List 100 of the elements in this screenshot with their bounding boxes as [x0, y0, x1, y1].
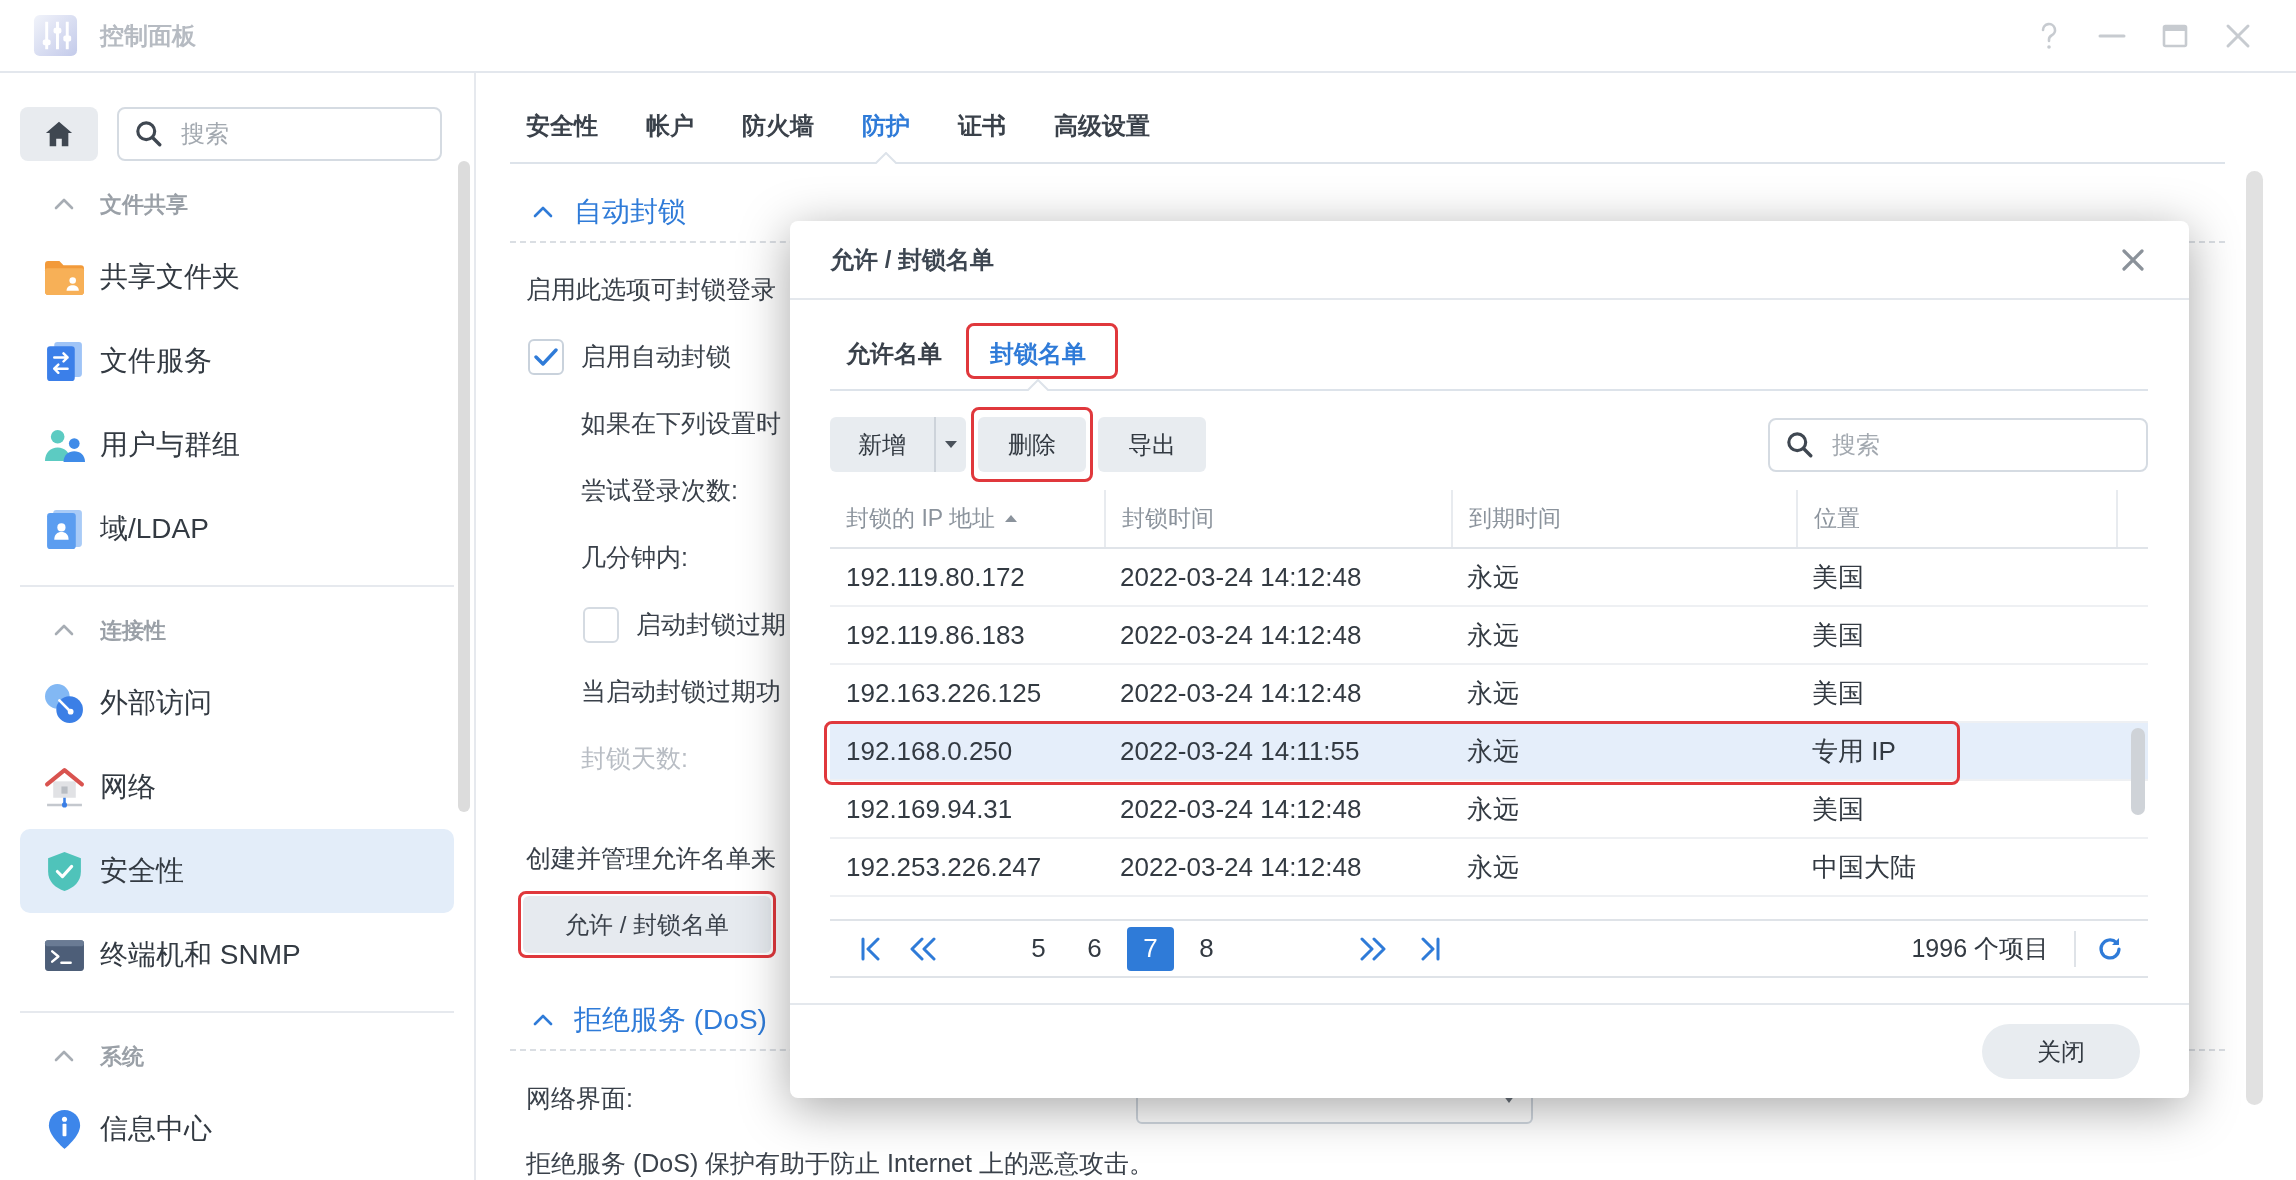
- tab[interactable]: 证书: [958, 112, 1006, 162]
- sidebar-item-label: 信息中心: [100, 1112, 212, 1146]
- double-chevron-left-icon[interactable]: [910, 936, 936, 961]
- table-row[interactable]: 192.119.80.172 2022-03-24 14:12:48 永远 美国: [830, 549, 2148, 607]
- table-cell-text: 2022-03-24 14:12:48: [1119, 676, 1363, 710]
- dropdown-button[interactable]: [934, 417, 966, 472]
- allow-block-list-button[interactable]: 允许 / 封锁名单: [523, 896, 771, 953]
- body-text: 如果在下列设置时: [581, 408, 781, 439]
- table-row[interactable]: 192.168.0.250 2022-03-24 14:11:55 永远 专用 IP: [830, 723, 2148, 781]
- table-cell-text: 美国: [1811, 792, 1865, 826]
- page-button[interactable]: 8: [1183, 926, 1230, 971]
- scrollbar-thumb[interactable]: [2131, 728, 2145, 815]
- scrollbar-thumb[interactable]: [458, 161, 470, 812]
- search-field[interactable]: 搜索: [117, 107, 442, 161]
- table-cell-text: 永远: [1466, 618, 1520, 652]
- add-button[interactable]: 新增: [830, 417, 934, 472]
- body-text: 创建并管理允许名单来: [526, 843, 776, 874]
- sidebar-item[interactable]: 外部访问: [20, 661, 454, 745]
- toolbar-button[interactable]: 导出: [1098, 417, 1206, 472]
- network-house-icon: [44, 766, 85, 808]
- checkbox-label: 启用自动封锁: [581, 340, 731, 372]
- globe-pointer-icon: [44, 682, 85, 724]
- table-cell-text: 2022-03-24 14:11:55: [1119, 734, 1361, 768]
- caret-down-icon: [945, 441, 957, 448]
- body-text: 启用此选项可封锁登录: [526, 274, 776, 305]
- body-text: 尝试登录次数:: [581, 475, 738, 506]
- table-cell-text: 2022-03-24 14:12:48: [1119, 560, 1363, 594]
- table-cell-text: 2022-03-24 14:12:48: [1119, 618, 1363, 652]
- toolbar-button[interactable]: 删除: [978, 417, 1086, 472]
- tab[interactable]: 帐户: [646, 112, 694, 162]
- body-text: 拒绝服务 (DoS) 保护有助于防止 Internet 上的恶意攻击。: [526, 1148, 1154, 1179]
- sidebar-item[interactable]: 信息中心: [20, 1087, 454, 1171]
- sidebar-item-label: 网络: [100, 770, 156, 804]
- sidebar-item-label: 共享文件夹: [100, 260, 240, 294]
- home-icon: [44, 120, 74, 148]
- body-text: 当启动封锁过期功: [581, 676, 781, 707]
- table-cell-text: 192.169.94.31: [845, 792, 1014, 826]
- checkbox[interactable]: [583, 606, 619, 643]
- sidebar-item-label: 用户与群组: [100, 428, 240, 462]
- contact-card-icon: [44, 508, 85, 550]
- close-icon[interactable]: [2121, 247, 2145, 272]
- tab[interactable]: 允许名单: [846, 339, 942, 389]
- last-page-icon[interactable]: [1419, 936, 1441, 961]
- first-page-icon[interactable]: [860, 936, 882, 961]
- table-row[interactable]: 192.253.226.247 2022-03-24 14:12:48 永远 中国大陆: [830, 839, 2148, 897]
- item-count: 1996 个项目: [1911, 932, 2049, 964]
- section-toggle[interactable]: 拒绝服务 (DoS): [533, 1003, 767, 1037]
- sidebar-item-label: 域/LDAP: [100, 512, 209, 546]
- table-cell-text: 192.168.0.250: [845, 734, 1014, 768]
- tab[interactable]: 封锁名单: [990, 339, 1086, 389]
- table-cell-text: 专用 IP: [1811, 734, 1897, 768]
- table-cell-text: 永远: [1466, 560, 1520, 594]
- table-cell-text: 美国: [1811, 618, 1865, 652]
- table-cell-text: 中国大陆: [1811, 850, 1917, 884]
- page-button[interactable]: 5: [1015, 926, 1062, 971]
- home-button[interactable]: [20, 107, 98, 161]
- table-cell-text: 2022-03-24 14:12:48: [1119, 850, 1363, 884]
- close-button[interactable]: 关闭: [1982, 1024, 2140, 1079]
- search-icon: [135, 120, 162, 147]
- sidebar-item[interactable]: 终端机和 SNMP: [20, 913, 454, 997]
- page-button[interactable]: 6: [1071, 926, 1118, 971]
- scrollbar-thumb[interactable]: [2246, 171, 2263, 1105]
- table-row[interactable]: 192.119.86.183 2022-03-24 14:12:48 永远 美国: [830, 607, 2148, 665]
- body-text: 几分钟内:: [581, 542, 688, 573]
- sidebar-item[interactable]: 共享文件夹: [20, 235, 454, 319]
- sidebar-item[interactable]: 网络: [20, 745, 454, 829]
- section-toggle[interactable]: 自动封锁: [533, 195, 686, 229]
- checkbox[interactable]: [528, 338, 564, 375]
- tab[interactable]: 防护: [862, 112, 910, 162]
- tab[interactable]: 高级设置: [1054, 112, 1150, 162]
- refresh-icon[interactable]: [2097, 935, 2123, 962]
- double-chevron-right-icon[interactable]: [1360, 936, 1386, 961]
- page-button[interactable]: 7: [1127, 926, 1174, 971]
- file-transfer-icon: [44, 340, 85, 382]
- sidebar-item-label: 终端机和 SNMP: [100, 938, 301, 972]
- sidebar-item-label: 文件服务: [100, 344, 212, 378]
- checkmark-icon: [534, 346, 558, 367]
- tab[interactable]: 安全性: [526, 112, 598, 162]
- sidebar-item-label: 外部访问: [100, 686, 212, 720]
- table-cell-text: 永远: [1466, 734, 1520, 768]
- table-cell-text: 192.163.226.125: [845, 676, 1043, 710]
- search-field[interactable]: 搜索: [1768, 417, 2148, 472]
- sidebar-item[interactable]: 安全性: [20, 829, 454, 913]
- table-cell-text: 永远: [1466, 850, 1520, 884]
- sidebar-item-label: 安全性: [100, 854, 184, 888]
- table-cell-text: 2022-03-24 14:12:48: [1119, 792, 1363, 826]
- sidebar-item[interactable]: 文件服务: [20, 319, 454, 403]
- sidebar-item[interactable]: 用户与群组: [20, 403, 454, 487]
- sidebar-item[interactable]: 域/LDAP: [20, 487, 454, 571]
- table-cell-text: 美国: [1811, 560, 1865, 594]
- table-cell-text: 美国: [1811, 676, 1865, 710]
- table-cell-text: 192.119.80.172: [845, 560, 1026, 594]
- dialog-title: 允许 / 封锁名单: [830, 244, 994, 275]
- table-cell-text: 永远: [1466, 792, 1520, 826]
- table-cell-text: 192.253.226.247: [845, 850, 1043, 884]
- field-label: 网络界面:: [526, 1084, 633, 1113]
- window-title: 控制面板: [100, 20, 196, 51]
- table-cell-text: 永远: [1466, 676, 1520, 710]
- tab[interactable]: 防火墙: [742, 112, 814, 162]
- body-text: 封锁天数:: [581, 743, 688, 774]
